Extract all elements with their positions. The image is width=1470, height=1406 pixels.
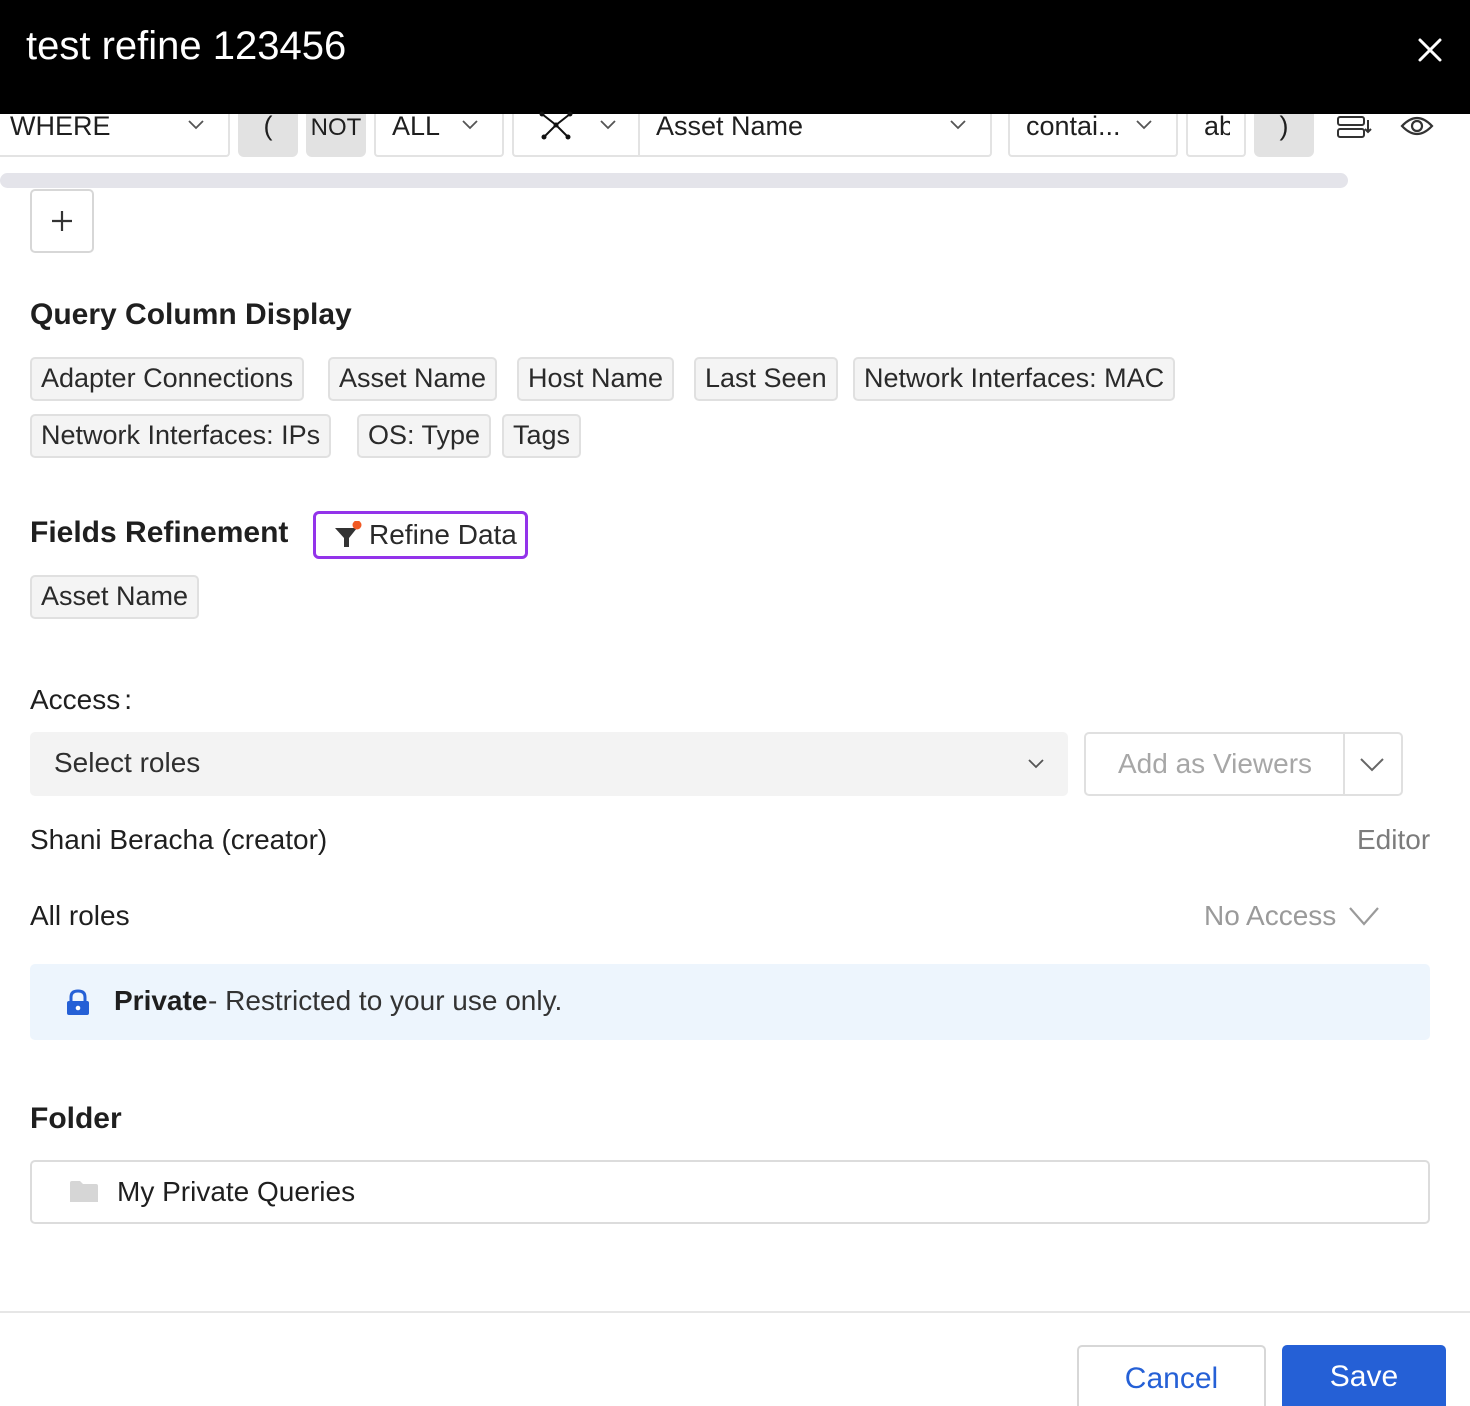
save-button[interactable]: Save — [1282, 1345, 1446, 1406]
folder-title: Folder — [30, 1102, 122, 1135]
cancel-button[interactable]: Cancel — [1077, 1345, 1266, 1406]
where-select[interactable]: WHERE — [0, 111, 230, 157]
column-chip: Network Interfaces: IPs — [30, 414, 332, 458]
all-roles-label: All roles — [30, 900, 130, 931]
close-icon — [1418, 38, 1442, 62]
close-button[interactable] — [1412, 32, 1448, 68]
refine-data-label: Refine Data — [369, 519, 517, 550]
open-paren-toggle[interactable]: ( — [238, 111, 298, 157]
add-as-viewers-button[interactable]: Add as Viewers — [1084, 732, 1403, 796]
value-input-text: ab — [1204, 114, 1230, 141]
column-chip: Asset Name — [328, 357, 498, 401]
chevron-down-icon — [600, 120, 616, 130]
operator-select-label: contai... — [1026, 111, 1121, 141]
add-as-viewers-label: Add as Viewers — [1118, 748, 1313, 779]
field-select[interactable]: Asset Name — [638, 111, 992, 157]
not-label: NOT — [310, 114, 362, 141]
add-condition-button[interactable] — [30, 189, 94, 253]
column-display-title: Query Column Display — [30, 298, 352, 331]
horizontal-scrollbar[interactable] — [0, 173, 1348, 188]
chevron-down-icon[interactable] — [1360, 758, 1384, 772]
cancel-label: Cancel — [1124, 1362, 1219, 1395]
all-select-label: ALL — [392, 111, 441, 141]
refine-data-button[interactable]: Refine Data — [313, 511, 528, 559]
creator-name: Shani Beracha (creator) — [30, 824, 328, 855]
footer-divider — [0, 1311, 1470, 1313]
column-chip: Network Interfaces: MAC — [853, 357, 1176, 401]
eye-icon[interactable] — [1400, 114, 1434, 140]
save-label: Save — [1329, 1360, 1399, 1393]
adapters-icon — [539, 111, 573, 140]
access-label: Access: — [30, 684, 133, 715]
folder-icon — [70, 1181, 98, 1202]
adapter-select[interactable] — [512, 111, 640, 157]
folder-value: My Private Queries — [117, 1176, 356, 1207]
operator-select[interactable]: contai... — [1008, 111, 1178, 157]
roles-select-placeholder: Select roles — [54, 747, 201, 778]
query-condition-row: WHERE ( NOT ALL Asset Name contai... ab … — [0, 111, 1470, 164]
column-chip: Adapter Connections — [30, 357, 305, 401]
private-notice: Private - Restricted to your use only. — [30, 964, 1430, 1040]
duplicate-row-icon[interactable] — [1336, 114, 1372, 140]
dialog-header: test refine 123456 — [0, 0, 1470, 114]
close-paren-toggle[interactable]: ) — [1254, 111, 1314, 157]
private-description: - Restricted to your use only. — [208, 985, 563, 1016]
folder-select[interactable]: My Private Queries — [30, 1160, 1430, 1224]
chevron-down-icon — [188, 120, 204, 130]
roles-select[interactable]: Select roles — [30, 732, 1068, 796]
refinement-chip: Asset Name — [30, 575, 200, 619]
lock-icon — [67, 989, 89, 1015]
not-toggle[interactable]: NOT — [306, 114, 366, 157]
where-select-label: WHERE — [10, 111, 111, 141]
private-label: Private — [114, 985, 208, 1016]
dialog-title: test refine 123456 — [26, 24, 347, 68]
close-paren-label: ) — [1279, 111, 1289, 141]
chevron-down-icon — [1028, 759, 1044, 769]
all-select[interactable]: ALL — [374, 111, 504, 157]
chevron-down-icon — [950, 120, 966, 130]
column-chip: Last Seen — [694, 357, 838, 401]
chevron-down-icon[interactable] — [1349, 906, 1379, 926]
column-chip: Tags — [502, 414, 582, 458]
column-chip: Host Name — [517, 357, 675, 401]
value-input[interactable]: ab — [1186, 114, 1246, 157]
open-paren-label: ( — [263, 111, 273, 141]
all-roles-access-select[interactable]: No Access — [1204, 900, 1336, 932]
fields-refinement-title: Fields Refinement — [30, 516, 289, 549]
plus-icon — [52, 211, 72, 231]
column-chip: OS: Type — [357, 414, 492, 458]
field-select-label: Asset Name — [656, 111, 804, 141]
creator-role: Editor — [1357, 824, 1431, 855]
chevron-down-icon — [1136, 120, 1152, 130]
all-roles-access-value: No Access — [1204, 900, 1337, 931]
chevron-down-icon — [462, 120, 478, 130]
refine-filter-icon — [335, 521, 362, 547]
button-divider — [1343, 734, 1345, 794]
